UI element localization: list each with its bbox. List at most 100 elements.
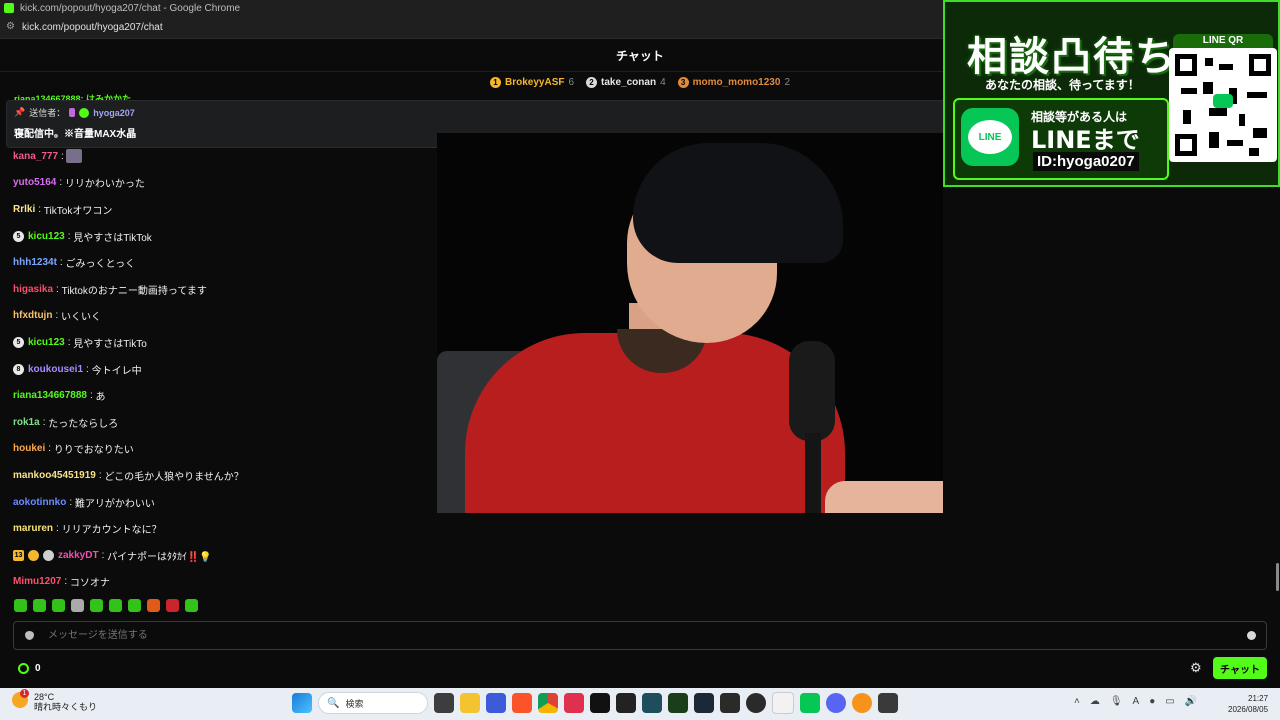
- chat-username[interactable]: kicu123: [28, 337, 65, 348]
- emote-icon[interactable]: [71, 599, 84, 612]
- tray-chevron-icon[interactable]: ˄: [1074, 696, 1080, 707]
- display-icon[interactable]: ▭: [1165, 696, 1174, 707]
- emoji-picker-icon[interactable]: [1247, 631, 1256, 640]
- chat-input[interactable]: [46, 629, 1247, 642]
- channel-points[interactable]: 0: [18, 662, 41, 674]
- discord-icon[interactable]: [826, 693, 846, 713]
- task-view-icon[interactable]: [434, 693, 454, 713]
- cloud-icon[interactable]: ☁: [1090, 696, 1100, 707]
- weather-widget[interactable]: 1 28°C 晴れ時々くもり: [12, 689, 98, 712]
- emote-icon[interactable]: [52, 599, 65, 612]
- chat-message: Rrlki: TikTokオワコン: [13, 203, 113, 217]
- chat-username[interactable]: koukousei1: [28, 364, 83, 375]
- ad-line-id: ID:hyoga0207: [1033, 152, 1139, 171]
- chat-username[interactable]: aokotinnko: [13, 497, 66, 508]
- chat-username[interactable]: kicu123: [28, 231, 65, 242]
- kick-app-icon[interactable]: [668, 693, 688, 713]
- brave-browser-icon[interactable]: [512, 693, 532, 713]
- chat-text: りりでおなりたい: [53, 445, 134, 457]
- chat-bottom-bar: 0 ⚙ チャット: [0, 655, 1280, 681]
- leader-2[interactable]: 2 take_conan 4: [586, 76, 666, 88]
- obs-icon[interactable]: [746, 693, 766, 713]
- app-icon[interactable]: [720, 693, 740, 713]
- emote-icon[interactable]: [185, 599, 198, 612]
- app-icon[interactable]: [852, 693, 872, 713]
- volume-icon[interactable]: 🔊: [1185, 696, 1197, 707]
- chat-username[interactable]: Rrlki: [13, 204, 35, 215]
- chat-text: 見やすさはTikTo: [73, 338, 147, 350]
- points-value: 0: [35, 662, 41, 674]
- weather-desc: 晴れ時々くもり: [34, 702, 98, 712]
- chat-username[interactable]: kana_777: [13, 151, 58, 162]
- chat-username[interactable]: Mimu1207: [13, 576, 61, 587]
- sub-badge-icon: 5: [13, 336, 24, 348]
- app-icon[interactable]: [642, 693, 662, 713]
- sub-months-badge-icon: 13: [13, 549, 24, 561]
- chat-text: 今トイレ中: [91, 365, 142, 377]
- chat-message: 5 kicu123: 見やすさはTikTo: [13, 329, 433, 356]
- chat-text: パイナポーはﾀﾀｶｲ‼️💡: [107, 551, 212, 563]
- chat-message: aokotinnko: 難アリがかわいい: [13, 496, 155, 510]
- chat-username[interactable]: yuto5164: [13, 177, 56, 188]
- chat-text: いくいく: [61, 312, 101, 324]
- chat-message: 5 kicu123: 見やすさはTikTok: [13, 223, 433, 250]
- app-icon[interactable]: [878, 693, 898, 713]
- bronze-medal-icon: 3: [677, 76, 689, 88]
- leader-3[interactable]: 3 momo_momo1230 2: [677, 76, 790, 88]
- send-chat-button[interactable]: チャット: [1213, 657, 1267, 679]
- app-icon[interactable]: [616, 693, 636, 713]
- chat-username[interactable]: higasika: [13, 284, 53, 295]
- kick-logo-icon: [4, 3, 14, 13]
- weather-sun-icon: 1: [12, 689, 29, 708]
- quick-emote-row: [14, 599, 198, 612]
- onedrive-icon[interactable]: ●: [1149, 696, 1155, 707]
- microphone-icon[interactable]: 🎙: [1110, 696, 1123, 707]
- emote-icon[interactable]: [128, 599, 141, 612]
- steam-icon[interactable]: [694, 693, 714, 713]
- line-logo-icon: LINE: [961, 108, 1019, 166]
- sub-badge-icon: 8: [13, 363, 24, 375]
- chat-message: mankoo45451919: どこの毛か人狼やりませんか？: [13, 469, 244, 483]
- chat-username[interactable]: zakkyDT: [58, 550, 99, 561]
- microphone: [789, 341, 835, 441]
- app-icon[interactable]: [564, 693, 584, 713]
- chat-username[interactable]: hfxdtujn: [13, 310, 52, 321]
- emote-icon[interactable]: [109, 599, 122, 612]
- weather-notification-badge: 1: [20, 689, 29, 698]
- chat-username[interactable]: maruren: [13, 523, 53, 534]
- chat-username[interactable]: riana134667888: [13, 390, 87, 401]
- gold-medal-icon: 1: [490, 76, 501, 88]
- chat-message: 8 koukousei1: 今トイレ中: [13, 356, 433, 383]
- emote-icon[interactable]: [14, 599, 27, 612]
- leader-1[interactable]: 1 BrokeyyASF 6: [490, 76, 574, 88]
- chrome-icon[interactable]: [538, 693, 558, 713]
- windows-start-icon[interactable]: [292, 693, 312, 713]
- emote-icon[interactable]: [33, 599, 46, 612]
- app-icon[interactable]: [772, 692, 794, 714]
- chat-text: あ: [95, 392, 106, 404]
- tiktok-icon[interactable]: [590, 693, 610, 713]
- line-app-icon[interactable]: [800, 693, 820, 713]
- scrollbar[interactable]: [1276, 563, 1279, 591]
- microphone-arm: [805, 433, 821, 513]
- chat-username[interactable]: houkei: [13, 443, 45, 454]
- taskbar-clock[interactable]: 21:27 2026/08/05: [1228, 693, 1268, 715]
- emote-icon[interactable]: [166, 599, 179, 612]
- chat-message: Mimu1207: コソオナ: [13, 576, 110, 590]
- ime-icon[interactable]: A: [1133, 696, 1140, 707]
- emote-icon[interactable]: [90, 599, 103, 612]
- system-tray: ˄ ☁ 🎙 A ● ▭ 🔊: [1074, 696, 1197, 707]
- emote-icon[interactable]: [147, 599, 160, 612]
- chat-username[interactable]: hhh1234t: [13, 257, 57, 268]
- chat-title: チャット: [616, 48, 664, 63]
- taskbar-search[interactable]: 🔍 検索: [318, 692, 428, 714]
- settings-gear-icon[interactable]: ⚙: [1190, 661, 1202, 674]
- chat-username[interactable]: rok1a: [13, 417, 40, 428]
- chat-input-container[interactable]: [13, 621, 1267, 650]
- pinned-user[interactable]: hyoga207: [93, 108, 135, 118]
- chat-username[interactable]: mankoo45451919: [13, 470, 96, 481]
- app-icon[interactable]: [486, 693, 506, 713]
- url-text[interactable]: kick.com/popout/hyoga207/chat: [22, 22, 163, 33]
- file-explorer-icon[interactable]: [460, 693, 480, 713]
- site-settings-icon[interactable]: ⚙: [6, 22, 16, 32]
